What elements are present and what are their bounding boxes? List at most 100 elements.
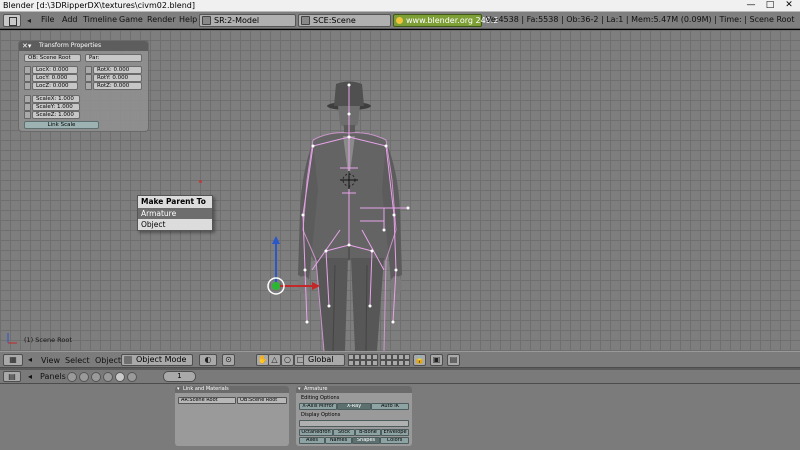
character-mesh [298,81,402,351]
lock-scaley-icon[interactable] [24,103,31,111]
lock-rotz-icon[interactable] [85,82,92,90]
shapes-button[interactable]: Shapes [352,437,380,444]
logic-icon[interactable] [67,372,77,382]
pivot-icon[interactable]: ⊙ [222,354,235,366]
names-button[interactable]: Names [325,437,352,444]
window-titlebar: Blender [d:\3DRipperDX\textures\civm02.b… [0,0,800,12]
parent-field[interactable]: Par: [85,54,142,62]
object-name-field-2[interactable]: OB:Scene Root [237,397,287,404]
viewport-status: (1) Scene Root [24,336,72,344]
object-name-field[interactable]: OB: Scene Root [24,54,81,62]
roty-field[interactable]: RotY: 0.000 [93,74,142,82]
auto-ik-button[interactable]: Auto IK [371,403,409,410]
transform-panel-header[interactable]: ✕▾ Transform Properties [19,41,148,51]
menu-render[interactable]: Render [147,15,175,24]
info-header: ◂ File Add Timeline Game Render Help SR:… [0,12,800,29]
armature-panel: Armature Editing Options X-Axis Mirror X… [296,386,412,446]
axes-button[interactable]: Axes [299,437,325,444]
buttons-header: ▤ ◂ Panels 1 [0,370,800,384]
draw-type-icon[interactable]: ◐ [199,354,217,366]
translate-icon[interactable]: △ [268,354,281,366]
x-ray-button[interactable]: X-Ray [337,403,371,410]
buttons-collapse-icon[interactable]: ◂ [28,372,32,381]
collapse-menu-icon[interactable]: ◂ [27,16,31,25]
object-icon[interactable] [103,372,113,382]
scaley-field[interactable]: ScaleY: 1.000 [32,103,80,111]
mode-selector[interactable]: Object Mode [121,354,193,366]
opengl-anim-icon[interactable]: ▤ [447,354,460,366]
editing-icon[interactable] [115,372,125,382]
link-scale-button[interactable]: Link Scale [24,121,99,129]
link-materials-panel: Link and Materials AR:Scene Root OB:Scen… [175,386,289,446]
layer-15[interactable] [372,360,378,366]
stick-button[interactable]: Stick [333,429,355,436]
menu-add[interactable]: Add [62,15,78,24]
locy-field[interactable]: LocY: 0.000 [32,74,78,82]
scene-selector[interactable]: SCE:Scene [298,14,391,27]
lock-locz-icon[interactable] [24,82,31,90]
close-panel-icon[interactable]: ✕▾ [22,41,31,51]
lock-roty-icon[interactable] [85,74,92,82]
screen-selector[interactable]: SR:2-Model [199,14,296,27]
armature-title[interactable]: Armature [296,386,412,393]
rotx-field[interactable]: RotX: 0.000 [93,66,142,74]
minimize-button[interactable]: — [742,0,760,11]
menu-object[interactable]: Object [95,356,121,365]
rotate-icon[interactable]: ○ [281,354,294,366]
locz-field[interactable]: LocZ: 0.000 [32,82,78,90]
lock-rotx-icon[interactable] [85,66,92,74]
menu-timeline[interactable]: Timeline [83,15,117,24]
colors-button[interactable]: Colors [380,437,409,444]
3d-view-header: ▦ ◂ View Select Object Object Mode ◐ ⊙ ✋… [0,351,800,368]
buttons-editor-type-icon[interactable]: ▤ [3,371,21,382]
rotz-field[interactable]: RotZ: 0.000 [93,82,142,90]
lock-locy-icon[interactable] [24,74,31,82]
transform-properties-panel: ✕▾ Transform Properties OB: Scene Root P… [18,40,149,132]
bone-layers-row[interactable] [299,420,409,427]
globe-icon [396,17,403,24]
make-parent-popup: Make Parent To Armature Object [137,195,213,231]
scene-icon-btn[interactable] [127,372,137,382]
opengl-render-icon[interactable]: ▣ [430,354,443,366]
3d-viewport[interactable]: ✕▾ Transform Properties OB: Scene Root P… [0,30,800,351]
scene-icon [301,16,310,25]
editing-options-label: Editing Options [301,395,340,401]
menu-select[interactable]: Select [65,356,90,365]
selection-marker [199,180,202,183]
lock-scalez-icon[interactable] [24,111,31,119]
screen-icon [202,16,211,25]
layer-20[interactable] [404,360,410,366]
lock-locx-icon[interactable] [24,66,31,74]
scalez-field[interactable]: ScaleZ: 1.000 [32,111,80,119]
maximize-button[interactable]: □ [761,0,779,11]
b-bone-button[interactable]: B-Bone [355,429,381,436]
popup-item-object[interactable]: Object [138,219,212,230]
collapse-header-icon[interactable]: ◂ [28,355,32,364]
frame-field[interactable]: 1 [163,371,196,382]
lock-scalex-icon[interactable] [24,95,31,103]
menu-file[interactable]: File [41,15,54,24]
locx-field[interactable]: LocX: 0.000 [32,66,78,74]
shading-icon[interactable] [91,372,101,382]
menu-help[interactable]: Help [179,15,197,24]
x-axis-mirror-button[interactable]: X-Axis Mirror [299,403,337,410]
menu-view[interactable]: View [41,356,60,365]
blender-website-link[interactable]: www.blender.org 249.2 [393,14,498,27]
close-button[interactable]: ✕ [780,0,798,11]
menu-game[interactable]: Game [119,15,143,24]
link-materials-title[interactable]: Link and Materials [175,386,289,393]
display-options-label: Display Options [301,412,341,418]
popup-item-armature[interactable]: Armature [138,208,212,219]
orientation-selector[interactable]: Global [303,354,345,366]
scalex-field[interactable]: ScaleX: 1.000 [32,95,80,103]
lock-layers-icon[interactable]: 🔒 [413,354,426,366]
editor-type-icon[interactable]: ▦ [3,354,23,366]
window-type-icon[interactable] [3,14,21,27]
script-icon[interactable] [79,372,89,382]
octahedron-button[interactable]: Octahedron [299,429,333,436]
frame-value: 1 [177,372,182,380]
armature-name-field[interactable]: AR:Scene Root [178,397,236,404]
buttons-window: Link and Materials AR:Scene Root OB:Scen… [0,384,800,450]
window-title: Blender [d:\3DRipperDX\textures\civm02.b… [3,1,195,10]
envelope-button[interactable]: Envelope [381,429,409,436]
